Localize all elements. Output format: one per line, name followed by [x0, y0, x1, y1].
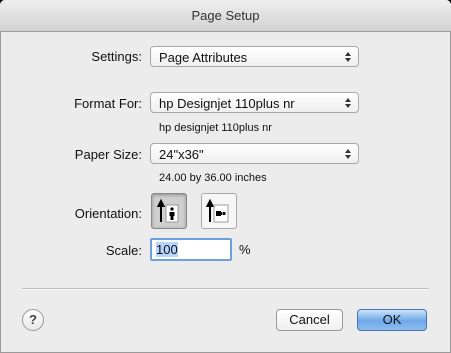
settings-label: Settings: [91, 49, 142, 64]
printer-detail: hp designjet 110plus nr [159, 122, 272, 134]
settings-popup[interactable]: Page Attributes [150, 46, 359, 67]
help-button[interactable]: ? [22, 309, 44, 331]
landscape-orientation-button[interactable] [201, 193, 237, 229]
orientation-label: Orientation: [74, 206, 142, 221]
separator [22, 288, 429, 290]
page-setup-dialog: Page Setup Settings: Page Attributes For… [0, 0, 451, 353]
format-for-value: hp Designjet 110plus nr [159, 96, 295, 111]
portrait-orientation-icon [156, 198, 179, 223]
up-down-arrows-icon [345, 149, 351, 159]
settings-value: Page Attributes [159, 50, 248, 65]
format-for-label: Format For: [74, 96, 142, 111]
up-down-arrows-icon [345, 98, 351, 108]
cancel-button[interactable]: Cancel [276, 309, 343, 331]
paper-size-value: 24"x36" [159, 147, 204, 162]
scale-unit: % [239, 242, 251, 257]
title-bar[interactable]: Page Setup [0, 0, 451, 32]
paper-size-detail: 24.00 by 36.00 inches [159, 172, 267, 184]
up-down-arrows-icon [345, 52, 351, 62]
scale-value: 100 [156, 242, 178, 257]
scale-input[interactable]: 100 [150, 238, 232, 261]
format-for-popup[interactable]: hp Designjet 110plus nr [150, 92, 359, 113]
paper-size-label: Paper Size: [74, 147, 142, 162]
scale-label: Scale: [105, 243, 142, 258]
paper-size-popup[interactable]: 24"x36" [150, 143, 359, 164]
ok-button[interactable]: OK [357, 309, 427, 331]
window-title: Page Setup [191, 8, 260, 23]
portrait-orientation-button[interactable] [151, 193, 187, 229]
landscape-orientation-icon [205, 198, 229, 223]
